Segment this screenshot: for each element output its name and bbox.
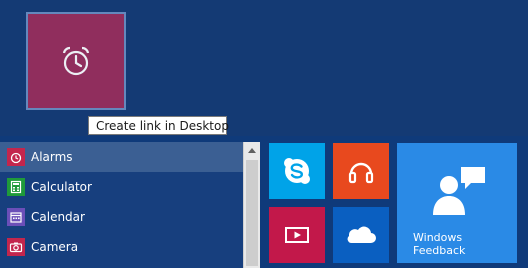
calculator-icon (7, 178, 25, 196)
app-item-label: Camera (31, 240, 79, 254)
tile-label-line1: Windows (413, 231, 463, 244)
video-play-icon (285, 227, 309, 243)
camera-icon (7, 238, 25, 256)
headphones-icon (348, 162, 374, 184)
tile-label: Windows Feedback (413, 231, 503, 257)
app-list-scrollbar[interactable] (243, 142, 260, 268)
tile-onedrive[interactable] (333, 207, 389, 263)
tile-label-line2: Feedback (413, 244, 466, 257)
app-item-calculator[interactable]: Calculator (0, 172, 243, 202)
feedback-person-icon (433, 167, 485, 215)
app-item-label: Calculator (31, 180, 92, 194)
tooltip-text: Create link in Desktop (96, 118, 229, 133)
tile-windows-feedback[interactable]: Windows Feedback (397, 143, 517, 263)
tile-music[interactable] (333, 143, 389, 199)
tile-skype[interactable] (269, 143, 325, 199)
app-item-camera[interactable]: Camera (0, 232, 243, 262)
app-list: Alarms Calculator Calendar Camera (0, 142, 243, 268)
alarm-clock-icon (7, 148, 25, 166)
drag-tooltip: Create link in Desktop (88, 116, 229, 135)
app-item-alarms[interactable]: Alarms (0, 142, 243, 172)
app-item-calendar[interactable]: Calendar (0, 202, 243, 232)
scroll-up-button[interactable] (244, 142, 260, 158)
calendar-icon (7, 208, 25, 226)
app-item-label: Calendar (31, 210, 85, 224)
app-item-label: Alarms (31, 150, 73, 164)
chevron-up-icon (248, 148, 256, 153)
skype-icon (284, 158, 310, 184)
scroll-thumb[interactable] (246, 160, 258, 266)
alarm-clock-icon (62, 46, 90, 76)
tile-video[interactable] (269, 207, 325, 263)
dragged-alarms-tile[interactable] (26, 12, 126, 110)
cloud-icon (347, 226, 376, 244)
